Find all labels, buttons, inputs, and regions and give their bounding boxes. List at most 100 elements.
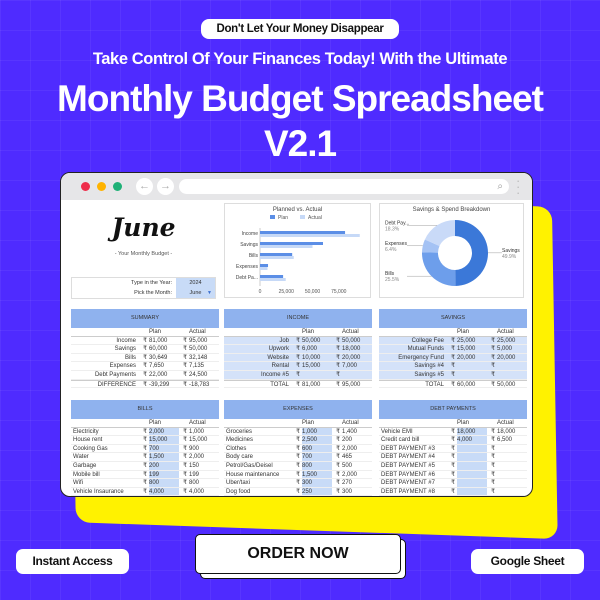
actual-cell[interactable]: 18,000 xyxy=(342,345,372,353)
actual-cell[interactable] xyxy=(497,471,527,479)
actual-cell[interactable]: 32,148 xyxy=(189,354,219,362)
plan-cell[interactable]: 30,649 xyxy=(149,354,179,362)
income-table-title: INCOME xyxy=(224,309,372,328)
plan-cell[interactable]: 18,000 xyxy=(457,427,487,436)
plan-cell[interactable]: 200 xyxy=(149,461,179,470)
actual-cell[interactable]: 20,000 xyxy=(497,354,527,362)
actual-cell[interactable] xyxy=(497,479,527,487)
google-sheet-badge[interactable]: Google Sheet xyxy=(471,549,584,574)
plan-cell[interactable]: 700 xyxy=(149,444,179,453)
plan-cell[interactable]: 25,000 xyxy=(457,337,487,345)
year-input[interactable]: 2024 xyxy=(176,278,215,288)
actual-cell[interactable]: 300 xyxy=(342,488,372,496)
currency-symbol: ₹ xyxy=(183,445,187,452)
maximize-window-dot[interactable] xyxy=(113,182,122,191)
actual-cell[interactable]: 5,000 xyxy=(497,345,527,353)
actual-cell[interactable]: 500 xyxy=(342,462,372,470)
actual-cell[interactable]: 7,135 xyxy=(189,362,219,370)
actual-cell[interactable]: 1,000 xyxy=(189,428,219,436)
plan-cell[interactable] xyxy=(457,362,487,370)
plan-cell[interactable] xyxy=(457,453,487,461)
plan-cell[interactable]: 1,000 xyxy=(302,427,332,436)
plan-cell[interactable]: 20,000 xyxy=(457,354,487,362)
plan-cell[interactable]: 15,000 xyxy=(457,345,487,353)
actual-cell[interactable]: 199 xyxy=(189,471,219,479)
actual-cell[interactable]: 800 xyxy=(189,479,219,487)
bar-actual xyxy=(260,245,313,248)
actual-cell[interactable] xyxy=(497,371,527,379)
category-label: Income xyxy=(242,231,259,237)
forward-arrow-icon[interactable]: → xyxy=(157,178,174,195)
plan-cell[interactable]: 4,000 xyxy=(457,436,487,444)
actual-cell[interactable]: 15,000 xyxy=(189,436,219,444)
plan-cell[interactable]: 50,000 xyxy=(302,337,332,345)
currency-symbol: ₹ xyxy=(336,354,340,361)
plan-cell[interactable]: 10,000 xyxy=(302,354,332,362)
back-arrow-icon[interactable]: ← xyxy=(136,178,153,195)
actual-cell[interactable]: 150 xyxy=(189,462,219,470)
actual-cell[interactable]: 200 xyxy=(342,436,372,444)
plan-cell[interactable]: 22,000 xyxy=(149,371,179,379)
plan-cell[interactable]: 7,650 xyxy=(149,362,179,370)
plan-cell[interactable] xyxy=(457,470,487,479)
plan-cell[interactable]: 81,000 xyxy=(149,337,179,345)
plan-cell[interactable]: 800 xyxy=(302,461,332,470)
plan-cell[interactable]: 60,000 xyxy=(149,345,179,353)
address-bar[interactable]: ⌕ xyxy=(179,179,509,194)
actual-cell[interactable]: 2,000 xyxy=(342,471,372,479)
menu-kebab-icon[interactable]: · · · xyxy=(516,174,520,199)
actual-cell[interactable] xyxy=(497,453,527,461)
actual-cell[interactable]: 18,000 xyxy=(497,428,527,436)
actual-cell[interactable]: 465 xyxy=(342,453,372,461)
currency-symbol: ₹ xyxy=(183,337,187,344)
plan-cell[interactable]: 2,000 xyxy=(149,427,179,436)
actual-cell[interactable]: 24,500 xyxy=(189,371,219,379)
plan-cell[interactable]: 300 xyxy=(302,479,332,487)
plan-cell[interactable] xyxy=(457,479,487,487)
plan-cell[interactable] xyxy=(457,487,487,496)
plan-cell[interactable]: 250 xyxy=(302,487,332,496)
month-dropdown[interactable]: June ▼ xyxy=(176,288,215,298)
plan-cell[interactable]: 700 xyxy=(302,453,332,461)
actual-cell[interactable]: 50,000 xyxy=(189,345,219,353)
plan-cell[interactable] xyxy=(457,461,487,470)
actual-cell[interactable]: 7,000 xyxy=(342,362,372,370)
actual-cell[interactable]: 2,000 xyxy=(342,445,372,453)
plan-cell[interactable] xyxy=(302,371,332,379)
search-icon[interactable]: ⌕ xyxy=(497,179,503,194)
table-column-header: Plan Actual xyxy=(71,419,219,428)
plan-cell[interactable]: 15,000 xyxy=(149,436,179,444)
plan-cell[interactable]: 600 xyxy=(302,444,332,453)
instant-access-badge[interactable]: Instant Access xyxy=(16,549,129,574)
actual-cell[interactable]: 20,000 xyxy=(342,354,372,362)
actual-cell[interactable]: 270 xyxy=(342,479,372,487)
close-window-dot[interactable] xyxy=(81,182,90,191)
plan-cell[interactable]: 1,500 xyxy=(149,453,179,461)
actual-cell[interactable] xyxy=(497,362,527,370)
actual-cell[interactable]: 6,500 xyxy=(497,436,527,444)
bar-actual xyxy=(260,234,360,237)
plan-cell[interactable] xyxy=(457,444,487,453)
plan-cell[interactable]: 15,000 xyxy=(302,362,332,370)
legend-swatch-plan xyxy=(270,215,275,219)
actual-cell[interactable] xyxy=(497,462,527,470)
plan-cell[interactable]: 4,000 xyxy=(149,487,179,496)
actual-cell[interactable]: 4,000 xyxy=(189,488,219,496)
plan-cell[interactable]: 6,000 xyxy=(302,345,332,353)
order-now-button[interactable]: ORDER NOW xyxy=(195,534,401,574)
plan-cell[interactable]: 199 xyxy=(149,470,179,479)
actual-cell[interactable] xyxy=(497,488,527,496)
actual-cell[interactable]: 900 xyxy=(189,445,219,453)
plan-cell[interactable]: 1,500 xyxy=(302,470,332,479)
minimize-window-dot[interactable] xyxy=(97,182,106,191)
actual-cell[interactable]: 1,400 xyxy=(342,428,372,436)
actual-cell[interactable]: 95,000 xyxy=(189,337,219,345)
actual-cell[interactable]: 25,000 xyxy=(497,337,527,345)
actual-cell[interactable] xyxy=(497,445,527,453)
actual-cell[interactable]: 2,000 xyxy=(189,453,219,461)
plan-cell[interactable]: 2,500 xyxy=(302,436,332,444)
actual-cell[interactable] xyxy=(342,371,372,379)
plan-cell[interactable]: 800 xyxy=(149,479,179,487)
actual-cell[interactable]: 50,000 xyxy=(342,337,372,345)
plan-cell[interactable] xyxy=(457,371,487,379)
